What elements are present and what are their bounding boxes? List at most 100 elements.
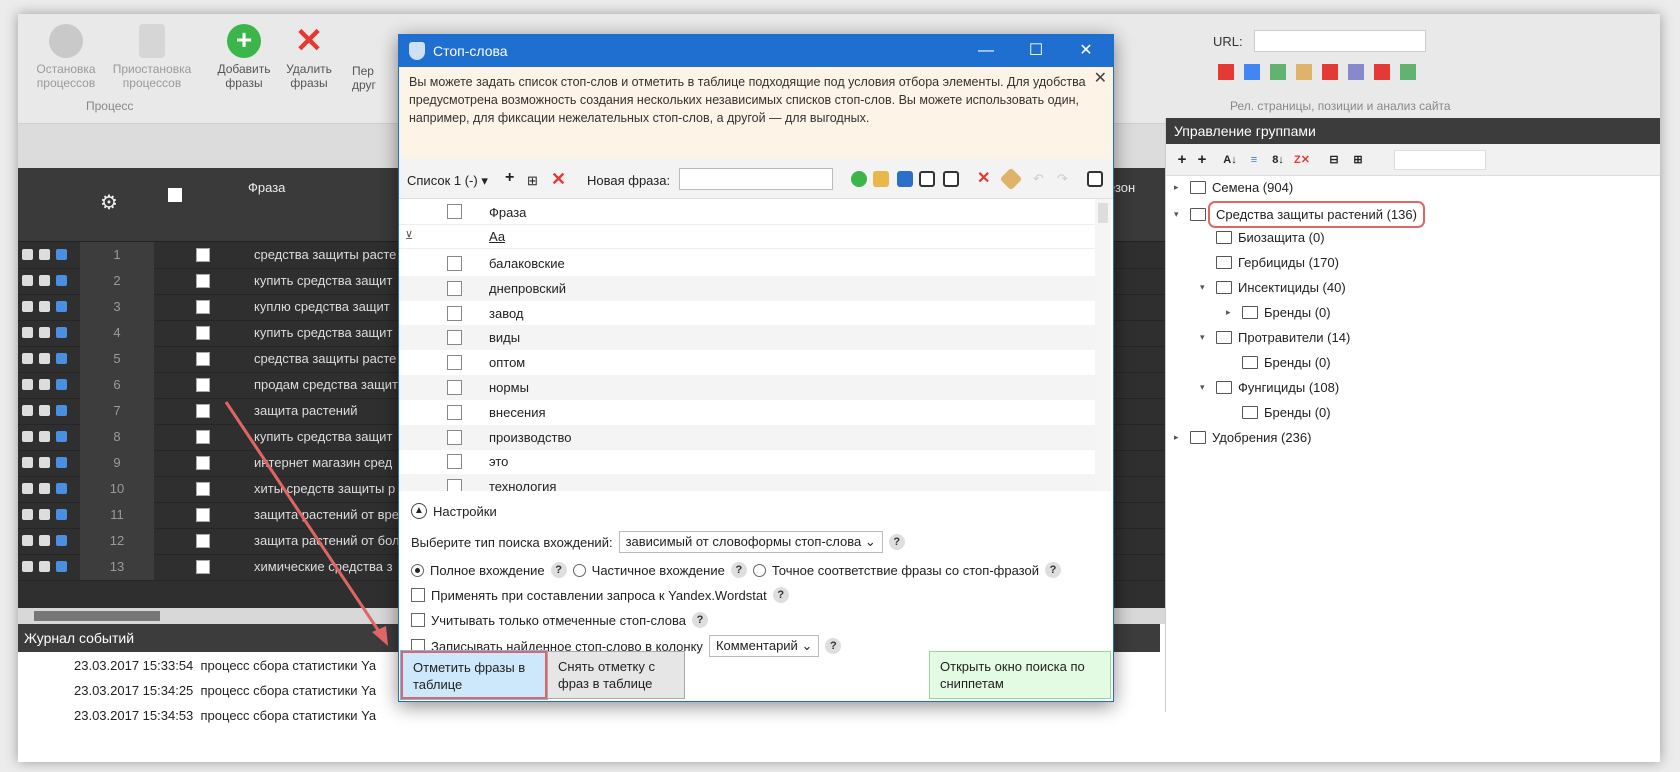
stopword-checkbox[interactable]	[447, 479, 462, 491]
tree-node[interactable]: Гербициды (170)	[1200, 255, 1339, 270]
shield-icon[interactable]	[56, 249, 67, 260]
scrollbar-thumb[interactable]	[34, 611, 160, 621]
lock-icon[interactable]	[39, 353, 50, 364]
select-all-checkbox[interactable]	[168, 188, 182, 202]
radio-partial-match[interactable]	[572, 563, 586, 577]
shield-icon[interactable]	[56, 327, 67, 338]
lock-icon[interactable]	[39, 301, 50, 312]
expand-icon[interactable]	[22, 249, 33, 260]
row-checkbox[interactable]	[196, 378, 210, 392]
mark-phrases-button[interactable]: Отметить фразы в таблице	[400, 650, 548, 700]
list-item[interactable]: балаковские	[399, 251, 1099, 276]
stopword-checkbox[interactable]	[447, 355, 462, 371]
url-input[interactable]	[1254, 30, 1426, 52]
close-icon[interactable]: ✕	[1075, 40, 1097, 62]
expand-icon[interactable]	[22, 535, 33, 546]
stop-processes-button[interactable]: Остановка процессов	[26, 24, 106, 90]
shield-icon[interactable]	[56, 301, 67, 312]
yandex-icon[interactable]	[1374, 64, 1390, 80]
report-icon[interactable]	[1400, 64, 1416, 80]
row-checkbox[interactable]	[196, 248, 210, 262]
folder-open-icon[interactable]	[873, 171, 889, 187]
stopword-checkbox[interactable]	[447, 280, 462, 296]
lock-icon[interactable]	[39, 405, 50, 416]
add-phrase-icon[interactable]	[851, 171, 867, 187]
delete-list-icon[interactable]: ✕	[551, 169, 566, 190]
sort-icon[interactable]: ≡	[1246, 152, 1262, 168]
list-select[interactable]: Список 1 (-) ▾	[407, 173, 488, 189]
radio-exact-match[interactable]	[752, 563, 766, 577]
add-phrases-button[interactable]: + Добавить фразы	[214, 24, 274, 90]
delete-phrases-button[interactable]: ✕ Удалить фразы	[284, 24, 334, 90]
redo-icon[interactable]: ↷	[1057, 171, 1073, 187]
expand-icon[interactable]	[22, 431, 33, 442]
lock-icon[interactable]	[39, 535, 50, 546]
radio-full-match[interactable]	[411, 563, 424, 577]
add-group-icon[interactable]: +	[1174, 152, 1190, 168]
tree-node[interactable]: ▾ Средства защиты растений (136)	[1174, 201, 1425, 228]
row-checkbox[interactable]	[196, 404, 210, 418]
column-select[interactable]: Комментарий ⌄	[708, 635, 820, 657]
row-checkbox[interactable]	[196, 430, 210, 444]
sort-clear-icon[interactable]: Z✕	[1294, 152, 1310, 168]
lock-icon[interactable]	[39, 561, 50, 572]
chevron-icon[interactable]: ▸	[1226, 307, 1236, 318]
stopword-checkbox[interactable]	[447, 330, 462, 346]
chevron-icon[interactable]: ▾	[1200, 282, 1210, 293]
help-icon[interactable]: ?	[550, 562, 567, 578]
lock-icon[interactable]	[39, 431, 50, 442]
chevron-icon[interactable]: ▾	[1200, 332, 1210, 343]
expand-icon[interactable]	[22, 327, 33, 338]
shield-icon[interactable]	[56, 509, 67, 520]
tree-icon[interactable]: ⊞	[1350, 152, 1366, 168]
save-icon[interactable]	[897, 171, 913, 187]
scrollbar-thumb[interactable]	[1098, 203, 1108, 223]
help-icon[interactable]: ?	[1044, 562, 1061, 578]
sort-num-icon[interactable]: 8↓	[1270, 152, 1286, 168]
list-item[interactable]: оптом	[399, 350, 1099, 375]
help-icon[interactable]: ?	[888, 534, 905, 550]
google-icon[interactable]	[1348, 64, 1364, 80]
row-checkbox[interactable]	[196, 534, 210, 548]
list-item[interactable]: виды	[399, 325, 1099, 351]
chevron-icon[interactable]: ▸	[1174, 182, 1184, 193]
expand-icon[interactable]	[22, 379, 33, 390]
minimize-icon[interactable]: —	[975, 40, 997, 62]
list-item[interactable]: завод	[399, 301, 1099, 326]
stopword-checkbox[interactable]	[447, 305, 462, 321]
tree-node[interactable]: ▾ Протравители (14)	[1200, 330, 1350, 345]
shield-icon[interactable]	[56, 483, 67, 494]
list-item[interactable]: это	[399, 449, 1099, 474]
help-icon[interactable]: ?	[825, 638, 842, 654]
open-snippets-button[interactable]: Открыть окно поиска по сниппетам	[929, 651, 1111, 699]
tree-node[interactable]: ▾ Инсектициды (40)	[1200, 280, 1346, 295]
paste-icon[interactable]	[943, 171, 959, 187]
add-list-icon[interactable]: +	[505, 169, 514, 187]
expand-icon[interactable]	[22, 561, 33, 572]
list-item[interactable]: днепровский	[399, 275, 1099, 301]
collapse-icon[interactable]: ⊟	[1326, 152, 1342, 168]
lock-icon[interactable]	[39, 483, 50, 494]
add-subgroup-icon[interactable]: +	[1194, 152, 1210, 168]
marked-only-checkbox[interactable]	[411, 613, 425, 627]
shield-icon[interactable]	[56, 561, 67, 572]
expand-icon[interactable]	[22, 275, 33, 286]
row-checkbox[interactable]	[196, 300, 210, 314]
row-checkbox[interactable]	[196, 482, 210, 496]
lock-icon[interactable]	[39, 249, 50, 260]
shield-icon[interactable]	[56, 457, 67, 468]
unmark-phrases-button[interactable]: Снять отметку с фраз в таблице	[547, 651, 685, 699]
expand-icon[interactable]	[22, 405, 33, 416]
columns-settings-icon[interactable]: ⚙	[100, 190, 118, 215]
panel-icon[interactable]	[1087, 171, 1103, 187]
help-icon[interactable]: ?	[730, 562, 747, 578]
shield-icon[interactable]	[56, 535, 67, 546]
list-item[interactable]: внесения	[399, 400, 1099, 425]
settings-toggle[interactable]: ▲ Настройки	[411, 503, 497, 519]
lock-icon[interactable]	[39, 275, 50, 286]
shield-icon[interactable]	[56, 379, 67, 390]
row-checkbox[interactable]	[196, 560, 210, 574]
stopword-checkbox[interactable]	[447, 454, 462, 470]
groups-search-input[interactable]	[1394, 150, 1486, 170]
delete-phrase-icon[interactable]: ✕	[977, 171, 993, 187]
